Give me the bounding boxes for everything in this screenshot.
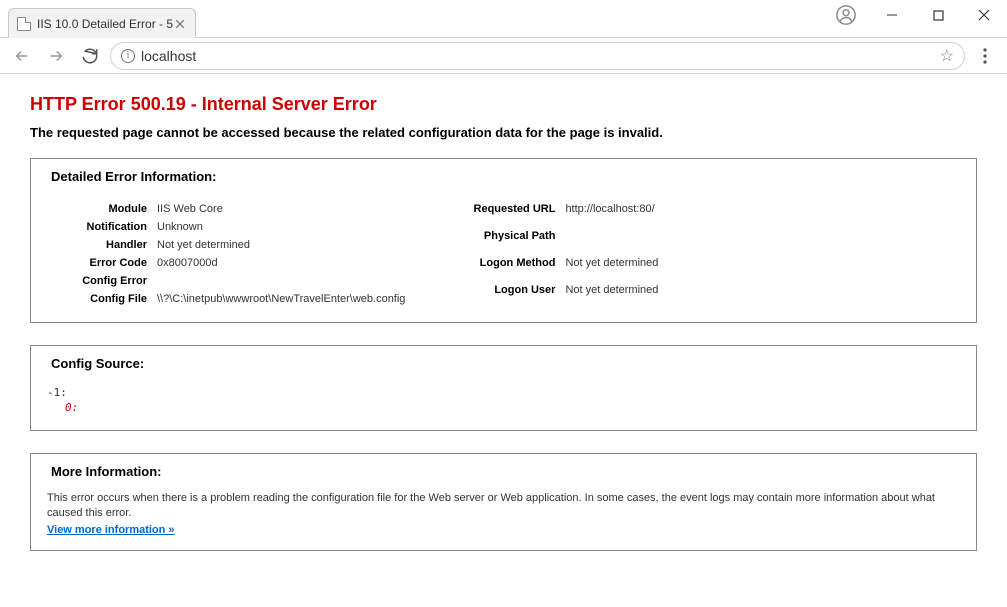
tab-title: IIS 10.0 Detailed Error - 5 (37, 17, 173, 31)
browser-tab[interactable]: IIS 10.0 Detailed Error - 5 (8, 8, 196, 38)
detail-value: Not yet determined (565, 281, 668, 308)
table-row: Logon MethodNot yet determined (455, 254, 668, 281)
table-row: Logon UserNot yet determined (455, 281, 668, 308)
view-more-information-link[interactable]: View more information » (47, 524, 175, 536)
minimize-button[interactable] (869, 0, 915, 30)
section-title-details: Detailed Error Information: (47, 169, 960, 184)
back-button[interactable] (8, 42, 36, 70)
forward-button[interactable] (42, 42, 70, 70)
detail-label: Requested URL (455, 200, 565, 227)
detail-value: IIS Web Core (157, 200, 415, 218)
details-grid: ModuleIIS Web Core NotificationUnknown H… (47, 192, 960, 308)
url-text: localhost (141, 48, 934, 64)
account-icon[interactable] (835, 4, 857, 26)
config-source-section: Config Source: -1: 0: (30, 345, 977, 431)
detail-value: Unknown (157, 218, 415, 236)
browser-toolbar: i localhost ☆ (0, 38, 1007, 74)
detail-label: Logon Method (455, 254, 565, 281)
detail-value: Not yet determined (157, 236, 415, 254)
details-left-column: ModuleIIS Web Core NotificationUnknown H… (47, 200, 415, 308)
config-source-line: 0: (47, 400, 960, 415)
detail-label: Module (47, 200, 157, 218)
page-content: HTTP Error 500.19 - Internal Server Erro… (0, 74, 1007, 607)
detail-value (565, 227, 668, 254)
table-row: ModuleIIS Web Core (47, 200, 415, 218)
site-info-icon[interactable]: i (121, 49, 135, 63)
maximize-button[interactable] (915, 0, 961, 30)
detail-label: Config Error (47, 272, 157, 290)
config-source-line: -1: (47, 385, 960, 400)
close-window-button[interactable] (961, 0, 1007, 30)
tab-strip: IIS 10.0 Detailed Error - 5 (0, 0, 196, 38)
more-information-section: More Information: This error occurs when… (30, 453, 977, 551)
more-info-text: This error occurs when there is a proble… (47, 487, 960, 522)
detail-label: Logon User (455, 281, 565, 308)
address-bar[interactable]: i localhost ☆ (110, 42, 965, 70)
config-source-body: -1: 0: (47, 379, 960, 416)
reload-button[interactable] (76, 42, 104, 70)
table-row: Physical Path (455, 227, 668, 254)
table-row: NotificationUnknown (47, 218, 415, 236)
window-titlebar: IIS 10.0 Detailed Error - 5 (0, 0, 1007, 38)
detail-value: 0x8007000d (157, 254, 415, 272)
detail-label: Config File (47, 290, 157, 308)
error-subheading: The requested page cannot be accessed be… (30, 125, 977, 140)
detail-label: Error Code (47, 254, 157, 272)
detailed-error-section: Detailed Error Information: ModuleIIS We… (30, 158, 977, 323)
bookmark-star-icon[interactable]: ☆ (940, 46, 954, 66)
error-heading: HTTP Error 500.19 - Internal Server Erro… (30, 94, 977, 115)
table-row: Config Error (47, 272, 415, 290)
details-right-column: Requested URLhttp://localhost:80/ Physic… (455, 200, 668, 308)
window-controls (869, 0, 1007, 30)
table-row: Config File\\?\C:\inetpub\wwwroot\NewTra… (47, 290, 415, 308)
tab-close-button[interactable] (173, 17, 187, 31)
table-row: Error Code0x8007000d (47, 254, 415, 272)
section-title-more-info: More Information: (47, 464, 960, 479)
table-row: HandlerNot yet determined (47, 236, 415, 254)
detail-value: http://localhost:80/ (565, 200, 668, 227)
detail-value: Not yet determined (565, 254, 668, 281)
detail-value: \\?\C:\inetpub\wwwroot\NewTravelEnter\we… (157, 290, 415, 308)
detail-label: Notification (47, 218, 157, 236)
section-title-config-source: Config Source: (47, 356, 960, 371)
detail-label: Physical Path (455, 227, 565, 254)
detail-label: Handler (47, 236, 157, 254)
detail-value (157, 272, 415, 290)
browser-menu-button[interactable] (971, 42, 999, 70)
page-favicon-icon (17, 17, 31, 31)
table-row: Requested URLhttp://localhost:80/ (455, 200, 668, 227)
